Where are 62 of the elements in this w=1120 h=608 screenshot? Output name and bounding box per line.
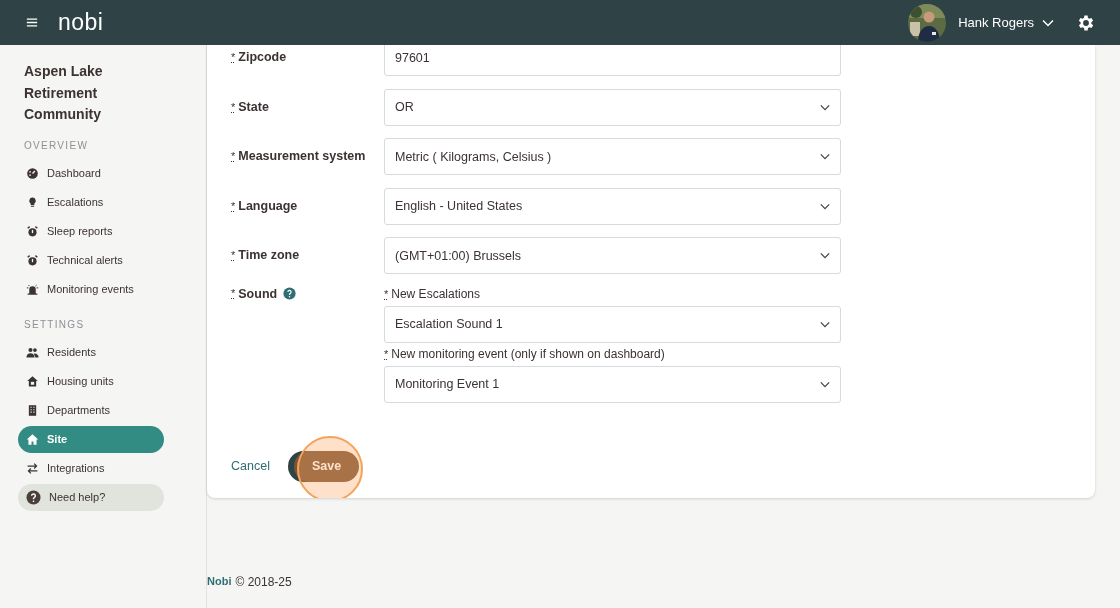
chevron-down-icon <box>820 320 830 328</box>
select-field[interactable]: English - United States <box>384 187 841 225</box>
field-label: State <box>238 99 269 114</box>
field-label: Language <box>238 198 298 213</box>
help-icon[interactable] <box>283 286 297 300</box>
gauge-icon <box>26 166 39 180</box>
select-field[interactable]: Metric ( Kilograms, Celsius ) <box>384 138 841 175</box>
people-icon <box>26 345 39 359</box>
field-label: Measurement system <box>238 149 366 163</box>
nav-item[interactable]: Technical alerts <box>18 246 164 274</box>
siren-icon <box>26 282 39 296</box>
select-field[interactable]: Escalation Sound 1 <box>384 305 841 343</box>
nav-item[interactable]: Monitoring events <box>18 275 164 303</box>
chevron-down-icon <box>820 202 830 210</box>
logo[interactable]: nobi <box>58 9 104 36</box>
site-name: Aspen Lake Retirement Community <box>23 62 104 124</box>
home-icon <box>26 432 39 446</box>
chevron-down-icon <box>820 380 830 388</box>
cancel-button[interactable]: Cancel <box>231 459 270 473</box>
menu-icon[interactable] <box>26 17 38 28</box>
house-lock-icon <box>26 374 39 388</box>
field-label: Zipcode <box>238 50 287 64</box>
chevron-down-icon <box>1042 18 1054 27</box>
select-field[interactable]: Monitoring Event 1 <box>384 365 841 403</box>
field-label: New monitoring event (only if shown on dashboard) <box>391 346 665 361</box>
help-button[interactable]: Need help? <box>18 483 164 511</box>
chevron-down-icon <box>820 252 830 259</box>
chevron-down-icon <box>820 103 830 111</box>
nav-item[interactable]: Housing units <box>18 367 164 395</box>
user-menu[interactable]: Hank Rogers <box>958 15 1054 30</box>
nav-item[interactable]: Departments <box>18 396 164 424</box>
required-marker: * <box>231 51 236 63</box>
section-heading: OVERVIEW <box>23 138 90 153</box>
alarm-clock-icon <box>26 224 39 238</box>
nav-item[interactable]: Site <box>18 425 164 453</box>
footer-link[interactable]: Nobi <box>207 575 232 589</box>
required-marker: * <box>384 347 389 360</box>
swap-arrows-icon <box>26 461 39 475</box>
building-icon <box>26 403 39 417</box>
copyright: © 2018-25 <box>235 575 292 589</box>
nav-item[interactable]: Sleep reports <box>18 217 164 245</box>
nav-item[interactable]: Dashboard <box>18 159 164 187</box>
required-marker: * <box>231 150 236 162</box>
chevron-down-icon <box>820 153 830 160</box>
nav-item[interactable]: Integrations <box>18 454 164 482</box>
section-heading: SETTINGS <box>23 317 86 332</box>
field-label: New Escalations <box>391 286 480 301</box>
nav-item[interactable]: Residents <box>18 338 164 366</box>
select-field[interactable]: OR <box>384 88 841 126</box>
lightbulb-icon <box>26 195 39 209</box>
field-label: Time zone <box>238 248 300 262</box>
zipcode-field[interactable]: 97601 <box>384 45 841 76</box>
required-marker: * <box>231 100 236 113</box>
required-marker: * <box>231 199 236 212</box>
alarm-clock-icon <box>26 253 39 267</box>
required-marker: * <box>384 287 389 300</box>
question-icon <box>26 489 41 505</box>
field-label: Sound <box>238 286 278 301</box>
nav-item[interactable]: Escalations <box>18 188 164 216</box>
required-marker: * <box>231 286 236 299</box>
required-marker: * <box>231 249 236 261</box>
select-field[interactable]: (GMT+01:00) Brussels <box>384 237 841 274</box>
